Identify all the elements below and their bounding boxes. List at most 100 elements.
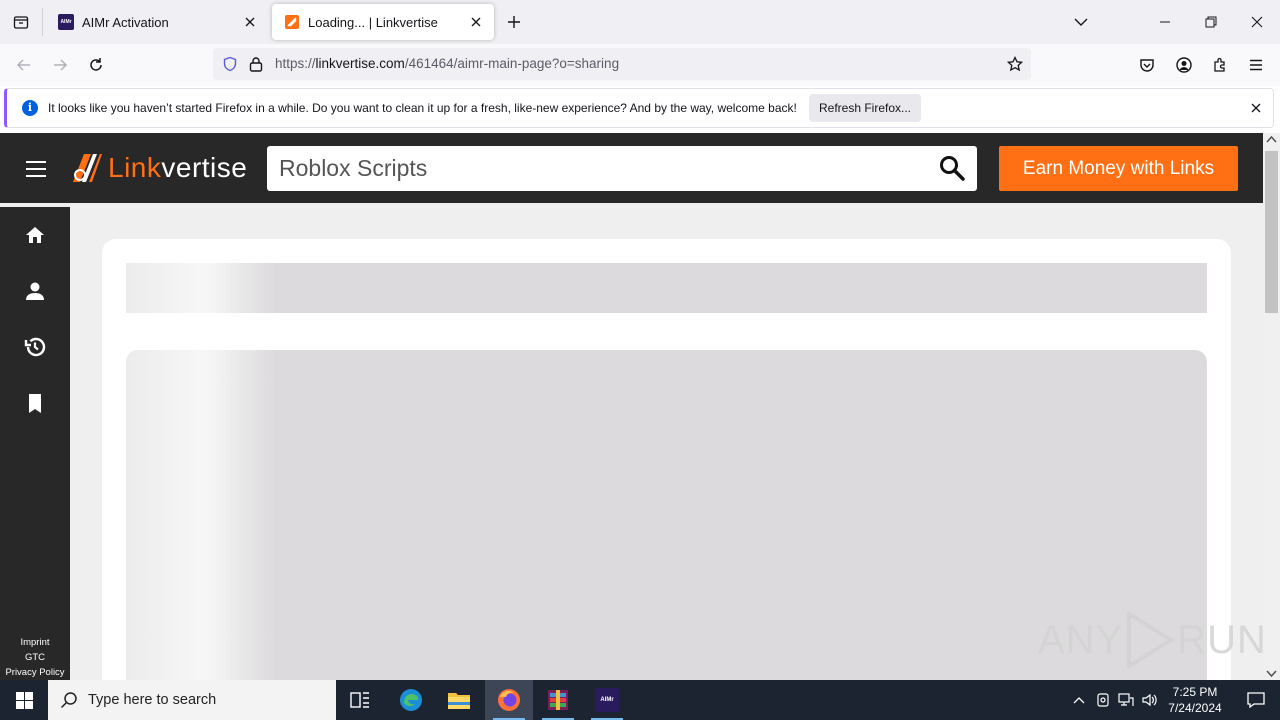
notification-text: It looks like you haven’t started Firefo… (48, 101, 797, 115)
windows-logo-icon (15, 691, 33, 709)
action-center-button[interactable] (1232, 680, 1280, 720)
winrar-icon (548, 690, 568, 710)
notification-icon (1247, 692, 1265, 709)
page-content: Linkvertise Earn Money with Links Imprin… (0, 133, 1263, 680)
close-icon (1251, 16, 1263, 28)
home-icon[interactable] (23, 223, 47, 247)
star-icon[interactable] (1007, 56, 1023, 72)
pocket-button[interactable] (1131, 49, 1163, 81)
reload-icon (90, 58, 102, 71)
tab-aimr-activation[interactable]: AIMr AIMr Activation (46, 4, 268, 40)
extensions-button[interactable] (1204, 49, 1236, 81)
minimize-icon (1160, 21, 1170, 23)
scroll-up-icon[interactable] (1266, 135, 1277, 143)
sidebar-footer: Imprint GTC Privacy Policy (0, 635, 70, 680)
app-menu-button[interactable] (1240, 49, 1272, 81)
arrow-left-icon (16, 59, 30, 71)
plus-icon (508, 16, 520, 28)
search-icon (60, 692, 77, 709)
url-path: /461464/aimr-main-page?o=sharing (404, 56, 620, 71)
logo-wordmark: Linkvertise (108, 152, 248, 183)
chevron-up-icon (1073, 697, 1085, 704)
show-hidden-icons-button[interactable] (1068, 680, 1090, 720)
minimize-button[interactable] (1142, 0, 1188, 44)
network-button[interactable] (1115, 680, 1137, 720)
address-bar[interactable]: https://linkvertise.com/461464/aimr-main… (213, 48, 1031, 80)
bookmark-icon[interactable] (23, 391, 47, 415)
info-icon: i (22, 100, 38, 116)
site-search (267, 146, 977, 191)
url-text[interactable]: https://linkvertise.com/461464/aimr-main… (275, 56, 619, 71)
close-icon (471, 17, 481, 27)
shield-icon[interactable] (222, 56, 238, 72)
winrar-taskbar-button[interactable] (534, 680, 582, 720)
edge-taskbar-button[interactable] (387, 680, 435, 720)
task-view-button[interactable] (336, 680, 384, 720)
imprint-link[interactable]: Imprint (0, 635, 70, 650)
close-tab-button[interactable] (464, 10, 488, 34)
pocket-icon (1140, 59, 1154, 72)
divider (42, 8, 43, 36)
tray-device-button[interactable] (1092, 680, 1114, 720)
reload-button[interactable] (80, 49, 112, 81)
chevron-down-icon (1074, 18, 1088, 26)
list-all-tabs-button[interactable] (0, 0, 42, 44)
site-menu-button[interactable] (26, 161, 46, 177)
windows-taskbar: Type here to search AIMr 7:25 PM 7/24/20… (0, 680, 1280, 720)
aimr-favicon: AIMr (58, 14, 74, 30)
history-icon[interactable] (23, 335, 47, 359)
edge-icon (400, 689, 422, 711)
close-notification-button[interactable] (1247, 99, 1265, 117)
search-input[interactable] (279, 153, 919, 183)
linkvertise-favicon (285, 15, 299, 29)
task-view-icon (350, 692, 369, 708)
gtc-link[interactable]: GTC (0, 650, 70, 665)
arrow-right-icon (54, 59, 68, 71)
tab-overflow-button[interactable] (1058, 0, 1104, 44)
linkvertise-logo[interactable]: Linkvertise (70, 151, 247, 185)
taskbar-clock[interactable]: 7:25 PM 7/24/2024 (1160, 684, 1230, 716)
linkvertise-logo-icon (73, 154, 102, 182)
new-tab-button[interactable] (502, 10, 526, 34)
volume-button[interactable] (1139, 680, 1161, 720)
aimr-icon: AIMr (595, 688, 619, 712)
lock-icon[interactable] (249, 56, 263, 72)
refresh-firefox-button[interactable]: Refresh Firefox... (809, 94, 921, 122)
network-icon (1118, 693, 1134, 706)
taskbar-search-placeholder: Type here to search (88, 692, 217, 708)
earn-money-button[interactable]: Earn Money with Links (999, 146, 1238, 191)
forward-button[interactable] (44, 49, 76, 81)
restore-icon (1205, 16, 1217, 28)
clock-date: 7/24/2024 (1168, 701, 1222, 715)
page-scrollbar[interactable] (1263, 133, 1280, 680)
scrollbar-thumb[interactable] (1265, 151, 1278, 313)
puzzle-icon (1214, 57, 1225, 72)
play-icon (1127, 610, 1176, 670)
start-button[interactable] (0, 680, 48, 720)
notification-bar: i It looks like you haven’t started Fire… (4, 88, 1274, 128)
tab-list-icon (13, 16, 29, 29)
scroll-down-icon[interactable] (1266, 670, 1277, 678)
speaker-icon (1142, 693, 1157, 707)
user-icon[interactable] (23, 279, 47, 303)
tab-linkvertise[interactable]: Loading... | Linkvertise (272, 4, 494, 40)
firefox-taskbar-button[interactable] (485, 680, 533, 720)
close-tab-button[interactable] (238, 10, 262, 34)
hamburger-menu-icon (1250, 59, 1262, 71)
privacy-policy-link[interactable]: Privacy Policy (0, 665, 70, 680)
tab-title: AIMr Activation (82, 14, 169, 30)
restore-button[interactable] (1188, 0, 1234, 44)
tab-strip: AIMr AIMr Activation Loading... | Linkve… (0, 0, 1280, 44)
close-icon (245, 17, 255, 27)
back-button[interactable] (8, 49, 40, 81)
device-icon (1097, 693, 1109, 707)
aimr-taskbar-button[interactable]: AIMr (583, 680, 631, 720)
site-header: Linkvertise Earn Money with Links (0, 133, 1263, 203)
taskbar-search[interactable]: Type here to search (48, 680, 336, 720)
clock-time: 7:25 PM (1172, 685, 1218, 699)
search-icon[interactable] (939, 155, 965, 181)
account-button[interactable] (1168, 49, 1200, 81)
loading-skeleton-bar (126, 263, 1207, 313)
close-window-button[interactable] (1234, 0, 1280, 44)
file-explorer-taskbar-button[interactable] (435, 680, 483, 720)
